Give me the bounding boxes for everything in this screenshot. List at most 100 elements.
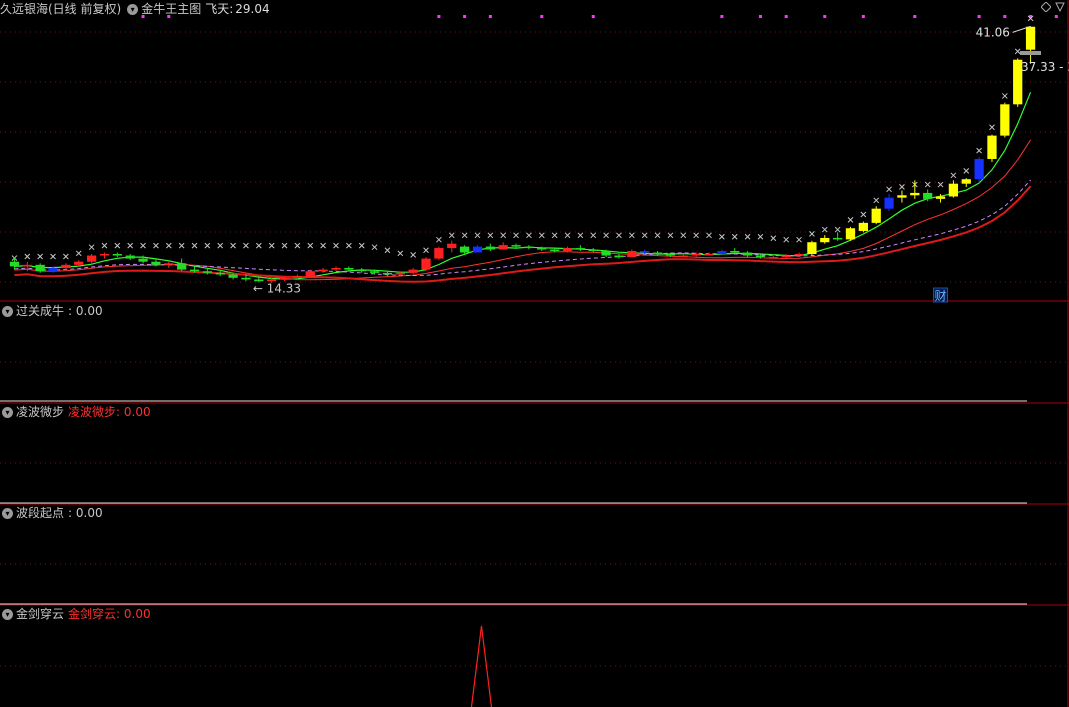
candle-body-34 bbox=[447, 243, 457, 249]
candle-body-53 bbox=[691, 254, 701, 256]
x-marker-39 bbox=[513, 232, 519, 239]
candle-body-29 bbox=[382, 272, 393, 275]
candle-body-39 bbox=[511, 245, 521, 247]
candle-body-42 bbox=[550, 249, 560, 252]
ma20-dashed-line bbox=[14, 179, 1031, 277]
candle-body-62 bbox=[807, 242, 817, 255]
candle-body-77 bbox=[1000, 104, 1010, 136]
x-marker-61 bbox=[796, 236, 802, 243]
x-marker-29 bbox=[384, 247, 391, 254]
candle-body-61 bbox=[794, 254, 804, 256]
panel-header-1: ▾ 过关成牛 : 0.00 bbox=[0, 303, 107, 319]
top-signal-mark-12 bbox=[913, 15, 917, 18]
x-marker-7 bbox=[101, 242, 108, 249]
panel-3-title: 波段起点 bbox=[16, 506, 65, 520]
candle-body-13 bbox=[177, 263, 187, 270]
x-marker-3 bbox=[50, 253, 56, 260]
cai-marker-label: 财 bbox=[935, 289, 947, 303]
x-marker-69 bbox=[899, 184, 905, 190]
candle-body-7 bbox=[99, 254, 110, 256]
candle-body-2 bbox=[35, 264, 45, 272]
panel-1-dropdown-icon[interactable]: ▾ bbox=[2, 305, 13, 317]
top-signal-mark-6 bbox=[591, 15, 595, 18]
candle-body-57 bbox=[742, 252, 753, 256]
x-marker-2 bbox=[37, 253, 44, 260]
x-marker-49 bbox=[641, 232, 648, 239]
candle-body-38 bbox=[498, 245, 508, 250]
candle-body-3 bbox=[48, 268, 58, 272]
candle-body-66 bbox=[858, 222, 868, 231]
candle-body-31 bbox=[408, 269, 418, 273]
candle-body-28 bbox=[369, 271, 380, 273]
candle-body-36 bbox=[472, 246, 483, 253]
panel-2-dropdown-icon[interactable]: ▾ bbox=[2, 406, 13, 418]
panel-3-dropdown-icon[interactable]: ▾ bbox=[2, 507, 13, 519]
candle-body-64 bbox=[833, 237, 843, 240]
x-marker-77 bbox=[1001, 93, 1008, 99]
candle-body-18 bbox=[241, 277, 251, 280]
x-marker-8 bbox=[114, 242, 121, 249]
candle-body-46 bbox=[601, 251, 611, 256]
candle-body-49 bbox=[640, 251, 650, 253]
x-marker-16 bbox=[217, 242, 224, 249]
x-marker-57 bbox=[744, 233, 751, 240]
candle-body-30 bbox=[395, 272, 405, 275]
candle-body-17 bbox=[228, 274, 238, 278]
candle-body-69 bbox=[897, 195, 907, 198]
x-marker-26 bbox=[346, 242, 352, 249]
x-marker-76 bbox=[989, 124, 995, 131]
pin-icon[interactable] bbox=[1055, 1, 1065, 13]
candle-body-11 bbox=[151, 261, 161, 265]
candle-body-41 bbox=[537, 248, 547, 250]
candle-body-27 bbox=[357, 269, 367, 272]
x-marker-34 bbox=[448, 232, 455, 239]
x-marker-41 bbox=[538, 232, 545, 239]
x-marker-55 bbox=[719, 233, 725, 240]
x-marker-44 bbox=[577, 232, 584, 239]
candle-body-21 bbox=[279, 277, 290, 280]
x-marker-6 bbox=[88, 244, 95, 251]
maximize-icon[interactable] bbox=[1040, 1, 1052, 13]
x-marker-74 bbox=[963, 167, 970, 174]
x-marker-52 bbox=[680, 232, 687, 239]
panel-2-value: 凌波微步: 0.00 bbox=[68, 405, 151, 419]
candle-body-6 bbox=[86, 255, 97, 262]
candle-body-15 bbox=[202, 271, 212, 273]
x-marker-47 bbox=[616, 232, 622, 239]
x-marker-1 bbox=[24, 253, 31, 260]
x-marker-51 bbox=[667, 232, 674, 239]
candle-body-72 bbox=[935, 196, 946, 199]
panel-header-3: ▾ 波段起点 : 0.00 bbox=[0, 505, 107, 521]
candle-body-32 bbox=[421, 258, 431, 270]
x-marker-4 bbox=[63, 253, 69, 260]
x-marker-63 bbox=[821, 226, 828, 233]
candle-body-68 bbox=[884, 197, 894, 209]
panel-3-value: : 0.00 bbox=[68, 506, 103, 520]
x-marker-14 bbox=[191, 242, 198, 249]
candle-body-26 bbox=[344, 268, 354, 270]
top-signal-mark-14 bbox=[1003, 15, 1007, 18]
x-marker-46 bbox=[603, 232, 609, 239]
x-marker-13 bbox=[178, 242, 185, 249]
x-marker-23 bbox=[307, 242, 314, 249]
top-signal-mark-11 bbox=[861, 15, 865, 18]
x-marker-68 bbox=[886, 186, 892, 193]
x-marker-67 bbox=[873, 197, 880, 204]
x-marker-50 bbox=[654, 232, 661, 239]
settings-dropdown-icon[interactable]: ▾ bbox=[127, 3, 139, 15]
x-marker-5 bbox=[75, 250, 82, 257]
x-marker-54 bbox=[706, 232, 712, 239]
x-marker-75 bbox=[976, 147, 982, 154]
candle-body-0 bbox=[9, 261, 20, 267]
candle-body-73 bbox=[948, 183, 959, 197]
x-marker-43 bbox=[564, 232, 571, 239]
candle-body-23 bbox=[305, 271, 315, 278]
jinjian-signal-spike bbox=[470, 625, 493, 707]
chart-canvas: 41.06← 14.3337.33 - 3财涨 bbox=[0, 0, 1069, 707]
panel-4-dropdown-icon[interactable]: ▾ bbox=[2, 608, 13, 620]
x-marker-60 bbox=[783, 236, 790, 243]
indicator-name: 金牛王主图 bbox=[141, 2, 202, 16]
candle-body-51 bbox=[665, 254, 676, 256]
x-marker-15 bbox=[204, 242, 211, 249]
candle-body-35 bbox=[459, 246, 470, 253]
